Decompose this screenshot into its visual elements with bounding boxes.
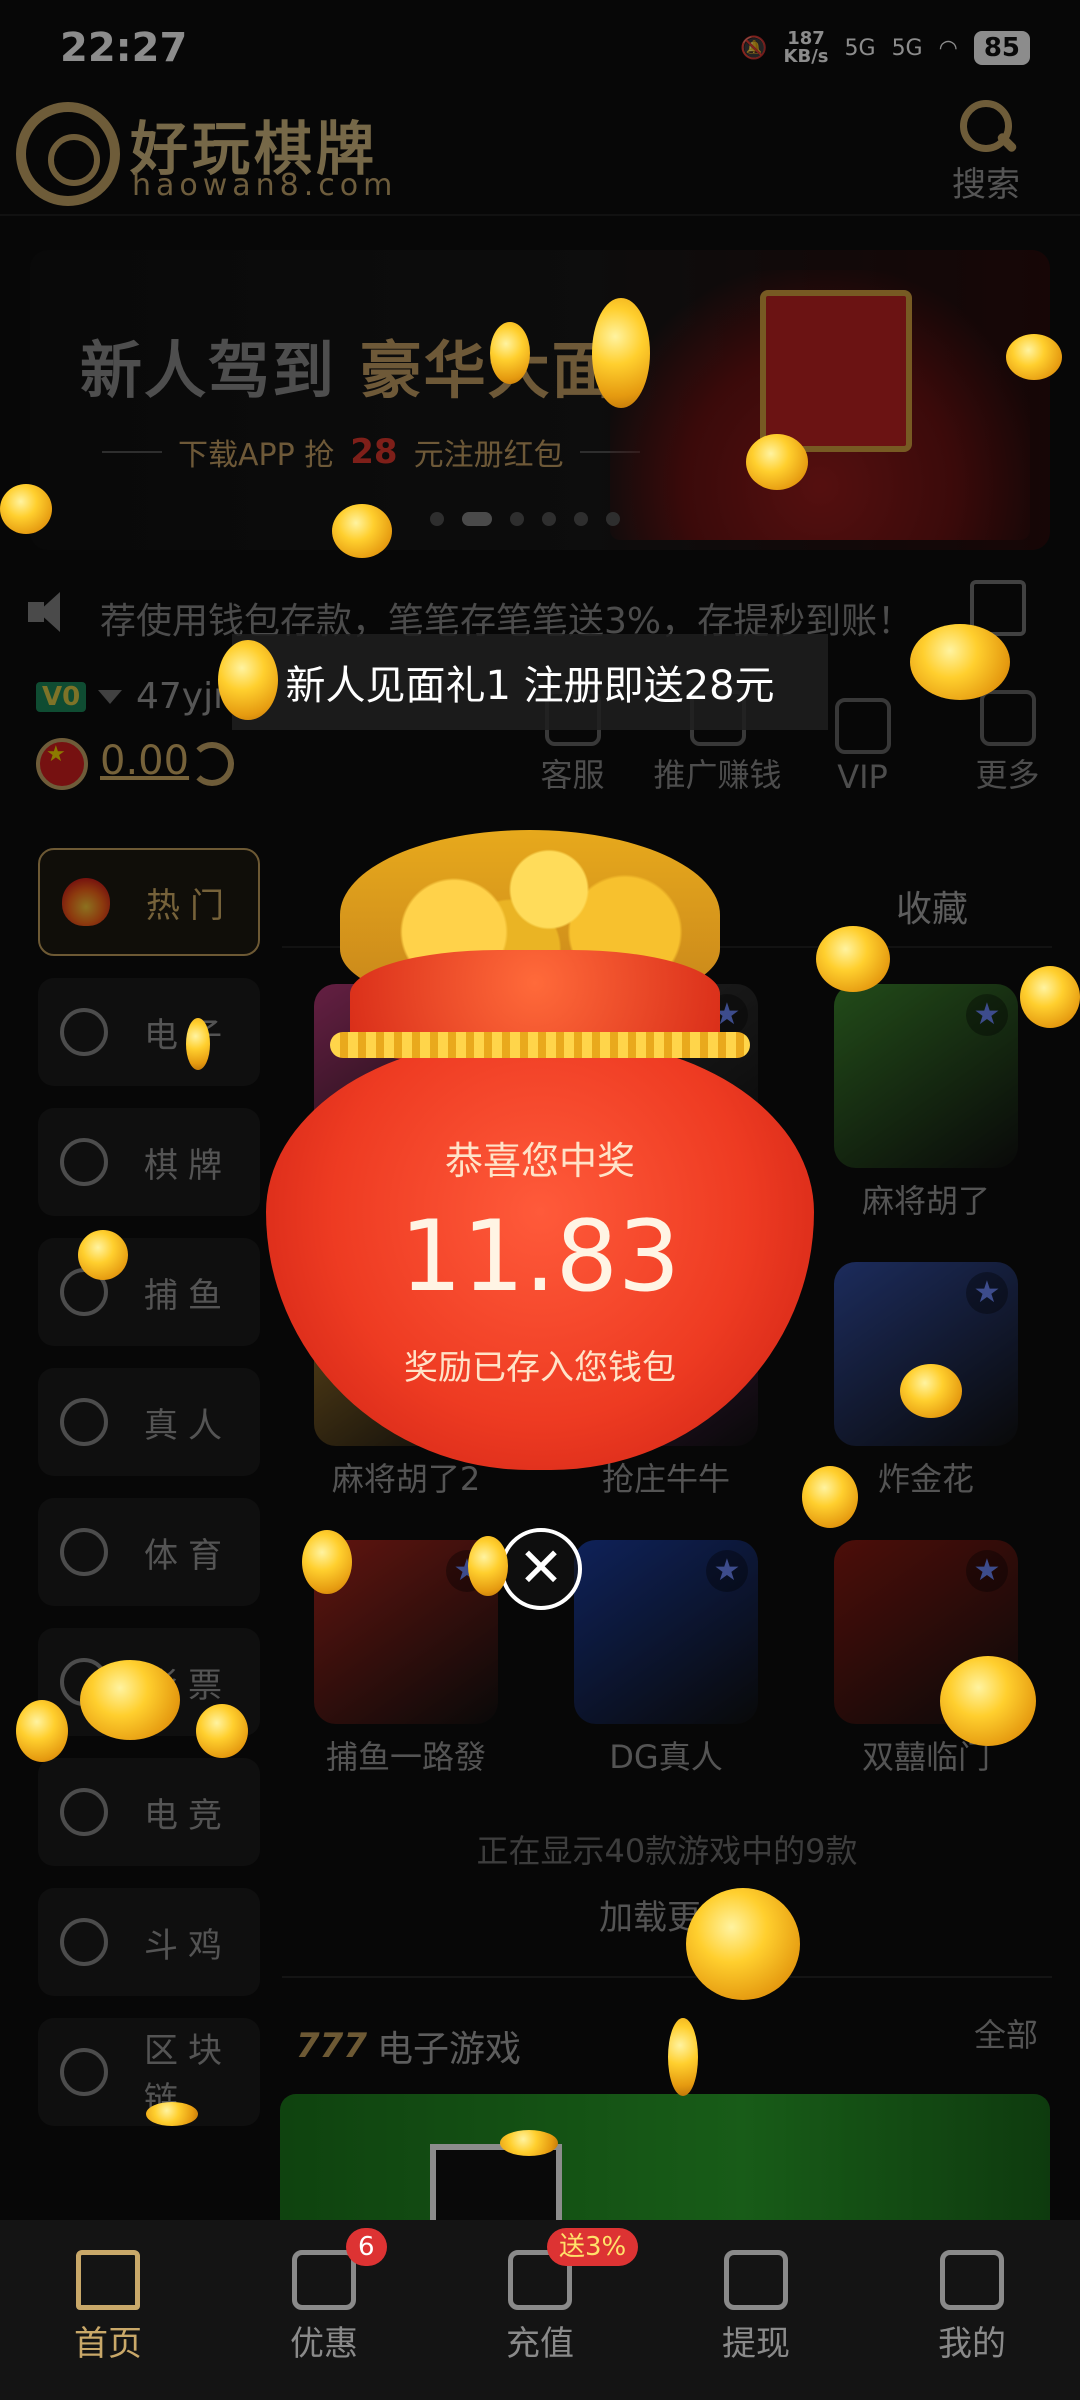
reward-popup: 恭喜您中奖 11.83 奖励已存入您钱包	[260, 800, 820, 1480]
reward-amount: 11.83	[399, 1200, 681, 1314]
nav-profile[interactable]: 我的	[864, 2220, 1080, 2400]
coin-icon	[490, 322, 530, 384]
coin-icon	[16, 1700, 68, 1762]
coin-icon	[940, 1656, 1036, 1746]
home-icon	[76, 2250, 140, 2310]
rope-bow-icon	[330, 1032, 750, 1058]
coin-icon	[186, 1018, 210, 1070]
nav-deposit[interactable]: 充值 送3%	[432, 2220, 648, 2400]
coin-icon	[900, 1364, 962, 1418]
coin-icon	[668, 2018, 698, 2096]
coin-icon	[468, 1536, 508, 1596]
coin-icon	[686, 1888, 800, 2000]
gift-toast: 新人见面礼1 注册即送28元	[232, 634, 828, 730]
coin-icon	[816, 926, 890, 992]
coin-icon	[302, 1530, 352, 1594]
coin-icon	[1020, 966, 1080, 1028]
coin-icon	[146, 2102, 198, 2126]
coin-icon	[802, 1466, 858, 1528]
coin-icon	[218, 640, 278, 720]
nav-promotions[interactable]: 优惠 6	[216, 2220, 432, 2400]
coin-icon	[196, 1704, 248, 1758]
coin-icon	[592, 298, 650, 408]
promo-badge: 送3%	[547, 2228, 639, 2266]
gift-icon	[292, 2250, 356, 2310]
coin-icon	[332, 504, 392, 558]
coin-icon	[78, 1230, 128, 1280]
coin-icon	[1006, 334, 1062, 380]
user-icon	[940, 2250, 1004, 2310]
coin-icon	[746, 434, 808, 490]
gift-toast-text: 新人见面礼1 注册即送28元	[285, 663, 775, 709]
notification-badge: 6	[346, 2228, 387, 2266]
nav-withdraw[interactable]: 提现	[648, 2220, 864, 2400]
close-button[interactable]: ✕	[500, 1528, 582, 1610]
reward-note: 奖励已存入您钱包	[404, 1348, 676, 1388]
coin-icon	[0, 484, 52, 534]
bottom-navigation: 首页 优惠 6 充值 送3% 提现 我的	[0, 2220, 1080, 2400]
coin-icon	[910, 624, 1010, 700]
coin-icon	[500, 2130, 558, 2156]
reward-caption: 恭喜您中奖	[444, 1139, 635, 1183]
withdraw-icon	[724, 2250, 788, 2310]
nav-home[interactable]: 首页	[0, 2220, 216, 2400]
coin-icon	[80, 1660, 180, 1740]
